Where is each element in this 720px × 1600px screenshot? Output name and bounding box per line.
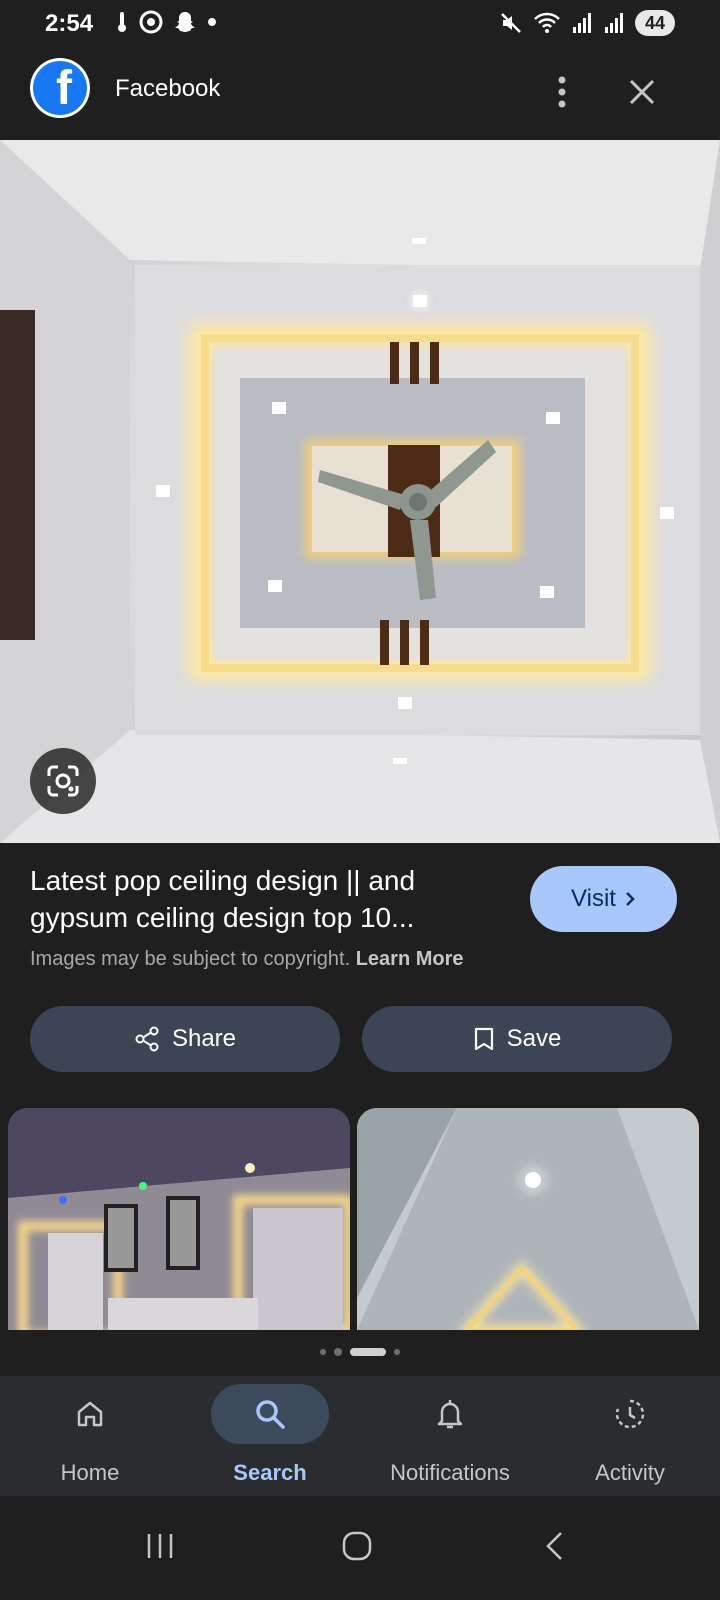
facebook-logo-letter: f xyxy=(56,62,72,115)
nav-search-label: Search xyxy=(233,1460,307,1485)
visit-label: Visit xyxy=(571,885,616,912)
nav-home-label: Home xyxy=(60,1460,120,1485)
save-button[interactable]: Save xyxy=(362,1006,672,1072)
nav-notifications[interactable]: Notifications xyxy=(360,1376,540,1496)
close-icon xyxy=(629,79,655,105)
mute-icon xyxy=(501,13,521,33)
battery-indicator: 44 xyxy=(635,10,675,36)
signal-icon xyxy=(605,13,623,33)
pagination-dot-active xyxy=(350,1348,386,1356)
status-left-icons xyxy=(115,10,217,34)
pagination-dots xyxy=(0,1346,720,1358)
visit-button[interactable]: Visit xyxy=(530,866,677,932)
save-label: Save xyxy=(506,1025,562,1052)
signal-icon xyxy=(573,13,591,33)
activity-icon xyxy=(615,1399,645,1429)
nav-search[interactable]: Search xyxy=(180,1376,360,1496)
search-icon xyxy=(256,1400,285,1429)
nav-home[interactable]: Home xyxy=(0,1376,180,1496)
recent-apps-button[interactable] xyxy=(130,1516,190,1576)
related-image-thumbnail[interactable] xyxy=(357,1108,699,1330)
home-icon xyxy=(77,1401,103,1427)
chevron-right-icon xyxy=(626,892,635,906)
share-button[interactable]: Share xyxy=(30,1006,340,1072)
bottom-navigation: Home Search Notifications Activity xyxy=(0,1376,720,1496)
share-label: Share xyxy=(171,1025,237,1052)
recent-apps-icon xyxy=(147,1534,173,1558)
status-time: 2:54 xyxy=(45,10,94,37)
nav-activity-label: Activity xyxy=(595,1460,665,1485)
back-icon xyxy=(546,1532,562,1560)
result-title[interactable]: Latest pop ceiling design || and gypsum … xyxy=(30,862,500,936)
google-lens-button[interactable] xyxy=(30,748,96,814)
home-circle-icon xyxy=(342,1531,372,1561)
pagination-dot xyxy=(320,1349,326,1355)
dot-icon xyxy=(208,18,216,26)
wifi-icon xyxy=(534,12,560,33)
app-header: f Facebook xyxy=(0,50,720,140)
lens-icon xyxy=(47,765,79,797)
home-system-button[interactable] xyxy=(327,1516,387,1576)
nav-notifications-label: Notifications xyxy=(390,1460,510,1485)
learn-more-link[interactable]: Learn More xyxy=(356,948,464,970)
nav-activity[interactable]: Activity xyxy=(540,1376,720,1496)
snapchat-icon xyxy=(175,12,195,32)
main-result-image[interactable] xyxy=(0,140,720,843)
copyright-text: Images may be subject to copyright. xyxy=(30,948,351,970)
status-right-icons: 44 xyxy=(499,10,675,36)
source-site-title: Facebook xyxy=(115,75,221,102)
thermometer-icon xyxy=(118,12,126,32)
pagination-dot xyxy=(394,1349,400,1355)
close-button[interactable] xyxy=(620,70,664,114)
chrome-icon xyxy=(139,10,163,34)
bookmark-icon xyxy=(474,1027,493,1051)
bell-icon xyxy=(437,1400,463,1429)
share-icon xyxy=(135,1026,159,1052)
facebook-logo-icon: f xyxy=(30,58,90,118)
more-options-button[interactable] xyxy=(540,70,584,114)
more-vert-icon xyxy=(558,76,566,108)
related-image-thumbnail[interactable] xyxy=(8,1108,350,1330)
back-button[interactable] xyxy=(525,1516,585,1576)
copyright-notice: Images may be subject to copyright. Lear… xyxy=(30,948,464,971)
system-navigation-bar xyxy=(0,1496,720,1600)
pagination-dot xyxy=(334,1348,342,1356)
status-bar: 2:54 44 xyxy=(0,0,720,50)
